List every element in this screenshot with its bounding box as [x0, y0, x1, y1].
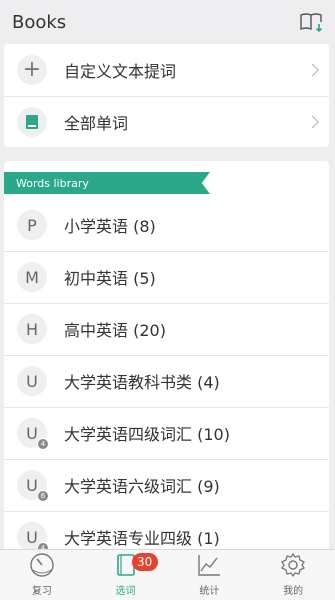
library-item-label: 大学英语专业四级 (1): [64, 529, 220, 548]
words-library-card: Words library P 小学英语 (8) M 初中英语 (5) H 高中…: [4, 161, 329, 561]
letter-icon: H: [17, 314, 47, 344]
library-item-label: 大学英语四级词汇 (10): [64, 425, 230, 444]
letter-icon: U 4: [17, 418, 49, 450]
library-item-label: 高中英语 (20): [64, 321, 166, 340]
letter-icon: P: [17, 210, 47, 240]
app-header: Books: [0, 0, 335, 44]
tab-bar: 复习 30 选词 统计 我的: [0, 549, 335, 600]
tab-statistics[interactable]: 统计: [168, 550, 252, 600]
tab-mine[interactable]: 我的: [251, 550, 335, 600]
letter-icon: U 4: [17, 522, 49, 554]
tab-review[interactable]: 复习: [0, 550, 84, 600]
words-library-ribbon: Words library: [4, 172, 210, 194]
tab-label: 选词: [115, 586, 136, 597]
gear-icon: [281, 552, 306, 578]
library-item-label: 大学英语教科书类 (4): [64, 373, 220, 392]
level-badge: 4: [37, 438, 49, 450]
library-item[interactable]: U 大学英语教科书类 (4): [4, 355, 329, 407]
library-item[interactable]: M 初中英语 (5): [4, 251, 329, 303]
chevron-right-icon: [306, 63, 319, 77]
tab-label: 复习: [31, 586, 52, 597]
library-item[interactable]: P 小学英语 (8): [4, 199, 329, 251]
library-item[interactable]: H 高中英语 (20): [4, 303, 329, 355]
library-item-label: 初中英语 (5): [64, 269, 156, 288]
row-label: 全部单词: [64, 114, 129, 133]
all-words-row[interactable]: 全部单词: [4, 96, 329, 147]
chevron-right-icon: [306, 115, 319, 129]
chart-icon: [198, 555, 221, 576]
gauge-icon: [30, 553, 54, 577]
level-badge: 6: [37, 490, 49, 502]
library-item-label: 大学英语六级词汇 (9): [64, 477, 220, 496]
library-item[interactable]: U 6 大学英语六级词汇 (9): [4, 459, 329, 511]
row-label: 自定义文本提词: [64, 62, 177, 81]
tab-select-words[interactable]: 30 选词: [84, 550, 168, 600]
plus-icon: +: [17, 55, 47, 85]
document-icon: [17, 107, 47, 137]
notification-badge: 30: [131, 553, 158, 571]
page-title: Books: [12, 11, 67, 33]
library-item-label: 小学英语 (8): [64, 217, 156, 236]
ribbon-header: Words library: [4, 161, 329, 199]
top-menu-card: + 自定义文本提词 全部单词: [4, 44, 329, 147]
book-download-icon[interactable]: [299, 10, 323, 34]
letter-icon: U 6: [17, 470, 49, 502]
letter-icon: M: [17, 262, 47, 292]
letter-icon: U: [17, 366, 47, 396]
tab-label: 我的: [283, 586, 304, 597]
custom-text-row[interactable]: + 自定义文本提词: [4, 44, 329, 96]
library-item[interactable]: U 4 大学英语四级词汇 (10): [4, 407, 329, 459]
tab-label: 统计: [199, 586, 220, 597]
